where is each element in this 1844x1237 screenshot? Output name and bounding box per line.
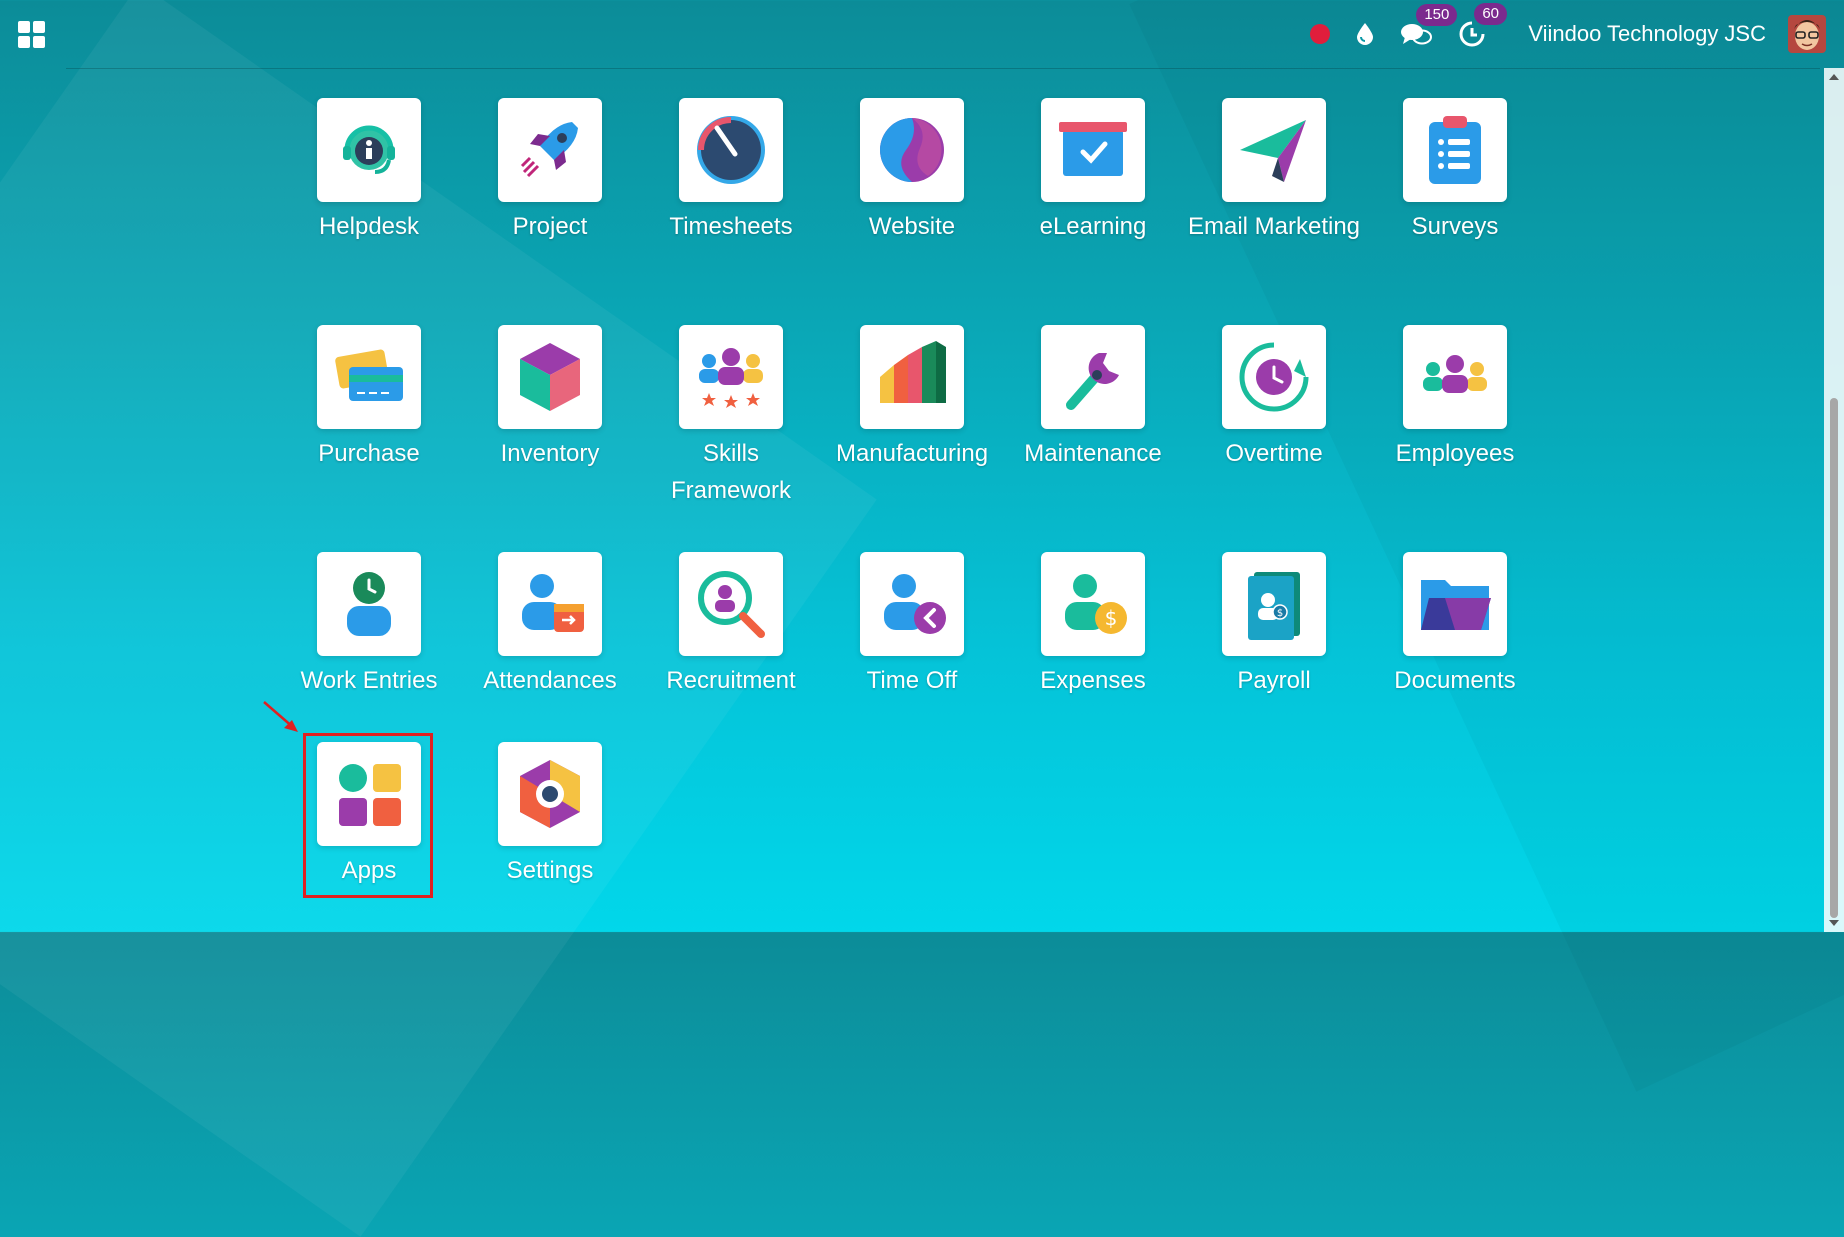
app-tile-manufacturing[interactable]: Manufacturing xyxy=(822,325,1002,472)
record-button[interactable] xyxy=(1310,24,1331,44)
skills-icon xyxy=(679,325,783,429)
app-label: Website xyxy=(868,213,956,240)
app-tile-elearning[interactable]: eLearning xyxy=(1003,98,1183,245)
time-off-icon xyxy=(860,552,964,656)
app-tile-employees[interactable]: Employees xyxy=(1365,325,1545,472)
folder-icon xyxy=(1403,552,1507,656)
activities-button[interactable]: 60 xyxy=(1458,3,1507,48)
apps-grid-icon[interactable] xyxy=(18,20,45,48)
app-tile-website[interactable]: Website xyxy=(822,98,1002,245)
app-label: Surveys xyxy=(1411,213,1499,240)
scroll-down-icon[interactable] xyxy=(1829,920,1839,926)
app-label: Skills Framework xyxy=(670,440,791,504)
highlight-box xyxy=(303,733,433,898)
app-label: Settings xyxy=(506,857,594,884)
app-tile-timesheets[interactable]: Timesheets xyxy=(641,98,821,245)
app-tile-overtime[interactable]: Overtime xyxy=(1184,325,1364,472)
website-icon xyxy=(860,98,964,202)
app-tile-surveys[interactable]: Surveys xyxy=(1365,98,1545,245)
expenses-icon: $ xyxy=(1041,552,1145,656)
cube-icon xyxy=(498,325,602,429)
app-tile-settings[interactable]: Settings xyxy=(460,742,640,889)
clipboard-icon xyxy=(1403,98,1507,202)
app-tile-email-marketing[interactable]: Email Marketing xyxy=(1184,98,1364,245)
app-label: Expenses xyxy=(1040,667,1146,694)
app-tile-time-off[interactable]: Time Off xyxy=(822,552,1002,699)
work-entries-icon xyxy=(317,552,421,656)
app-label: Inventory xyxy=(500,440,600,467)
messages-button[interactable]: 150 xyxy=(1400,4,1458,47)
overtime-clock-icon xyxy=(1222,325,1326,429)
app-tile-skills-framework[interactable]: Skills Framework xyxy=(641,325,821,509)
app-tile-helpdesk[interactable]: Helpdesk xyxy=(279,98,459,245)
navbar-systray: 150 60 Viindoo Technology JSC xyxy=(1284,3,1826,53)
app-label: Overtime xyxy=(1225,440,1323,467)
app-tile-expenses[interactable]: $ Expenses xyxy=(1003,552,1183,699)
company-switcher[interactable]: Viindoo Technology JSC xyxy=(1528,21,1766,47)
arrow-icon xyxy=(263,701,298,732)
scrollbar[interactable] xyxy=(1824,68,1844,932)
paper-plane-icon xyxy=(1222,98,1326,202)
app-label: Purchase xyxy=(318,440,420,467)
app-label: eLearning xyxy=(1039,213,1147,240)
credit-card-icon xyxy=(317,325,421,429)
app-tile-maintenance[interactable]: Maintenance xyxy=(1003,325,1183,472)
app-label: Recruitment xyxy=(666,667,796,694)
app-tile-recruitment[interactable]: Recruitment xyxy=(641,552,821,699)
attendance-icon xyxy=(498,552,602,656)
app-label: Project xyxy=(512,213,588,240)
app-tile-project[interactable]: Project xyxy=(460,98,640,245)
scroll-up-icon[interactable] xyxy=(1829,74,1839,80)
payroll-icon: $ xyxy=(1222,552,1326,656)
elearning-icon xyxy=(1041,98,1145,202)
people-icon xyxy=(1403,325,1507,429)
gauge-icon xyxy=(679,98,783,202)
app-tile-purchase[interactable]: Purchase xyxy=(279,325,459,472)
factory-icon xyxy=(860,325,964,429)
svg-text:$: $ xyxy=(1277,608,1283,619)
app-tile-attendances[interactable]: Attendances xyxy=(460,552,640,699)
app-label: Timesheets xyxy=(669,213,793,240)
app-label: Attendances xyxy=(483,667,617,694)
app-tile-documents[interactable]: Documents xyxy=(1365,552,1545,699)
magnifier-person-icon xyxy=(679,552,783,656)
helpdesk-icon xyxy=(317,98,421,202)
app-label: Maintenance xyxy=(1024,440,1162,467)
rocket-icon xyxy=(498,98,602,202)
app-label: Manufacturing xyxy=(835,440,989,467)
record-dot-icon xyxy=(1310,24,1331,44)
app-label: Employees xyxy=(1395,440,1515,467)
user-avatar-icon[interactable] xyxy=(1788,15,1826,53)
app-tile-payroll[interactable]: $ Payroll xyxy=(1184,552,1364,699)
wrench-icon xyxy=(1041,325,1145,429)
scroll-thumb[interactable] xyxy=(1830,398,1838,918)
app-tile-work-entries[interactable]: Work Entries xyxy=(279,552,459,699)
app-label: Documents xyxy=(1394,667,1516,694)
messages-count-badge: 150 xyxy=(1416,4,1458,26)
svg-text:$: $ xyxy=(1105,606,1118,630)
app-tile-inventory[interactable]: Inventory xyxy=(460,325,640,472)
activities-count-badge: 60 xyxy=(1474,3,1507,25)
app-label: Time Off xyxy=(866,667,958,694)
app-label: Email Marketing xyxy=(1187,213,1361,240)
droplet-icon xyxy=(1357,23,1374,45)
app-label: Payroll xyxy=(1237,667,1311,694)
top-navbar: 150 60 Viindoo Technology JSC xyxy=(0,0,1844,68)
odoobot-button[interactable] xyxy=(1356,22,1374,46)
settings-icon xyxy=(498,742,602,846)
app-label: Helpdesk xyxy=(318,213,420,240)
app-label: Work Entries xyxy=(300,667,438,694)
navbar-divider xyxy=(66,68,1820,69)
